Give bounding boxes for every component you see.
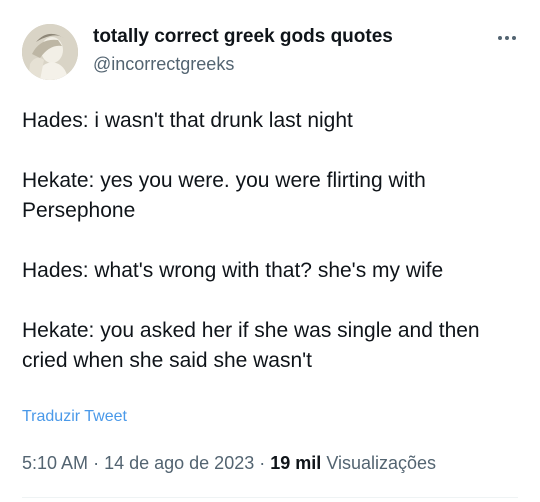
tweet-meta: 5:10 AM · 14 de ago de 2023 · 19 mil Vis… — [22, 453, 436, 474]
tweet-date[interactable]: 14 de ago de 2023 — [104, 453, 254, 473]
views-label: Visualizações — [326, 453, 437, 473]
author-handle[interactable]: @incorrectgreeks — [93, 54, 234, 75]
tweet-text: Hades: i wasn't that drunk last night He… — [22, 106, 522, 376]
meta-separator: · — [93, 453, 100, 473]
tweet-paragraph: Hekate: you asked her if she was single … — [22, 319, 480, 372]
views-count: 19 mil — [270, 453, 322, 473]
tweet-paragraph: Hades: what's wrong with that? she's my … — [22, 259, 444, 282]
tweet-paragraph: Hades: i wasn't that drunk last night — [22, 109, 353, 132]
tweet: totally correct greek gods quotes @incor… — [0, 0, 540, 502]
more-horizontal-icon — [497, 36, 518, 40]
avatar-image — [22, 24, 78, 80]
avatar[interactable] — [22, 24, 78, 80]
more-options-button[interactable] — [492, 28, 522, 48]
tweet-paragraph: Hekate: yes you were. you were flirting … — [22, 169, 426, 222]
author-name[interactable]: totally correct greek gods quotes — [93, 26, 393, 48]
meta-separator: · — [259, 453, 266, 473]
divider — [22, 497, 518, 498]
translate-tweet-link[interactable]: Traduzir Tweet — [22, 408, 127, 426]
tweet-time[interactable]: 5:10 AM — [22, 453, 88, 473]
